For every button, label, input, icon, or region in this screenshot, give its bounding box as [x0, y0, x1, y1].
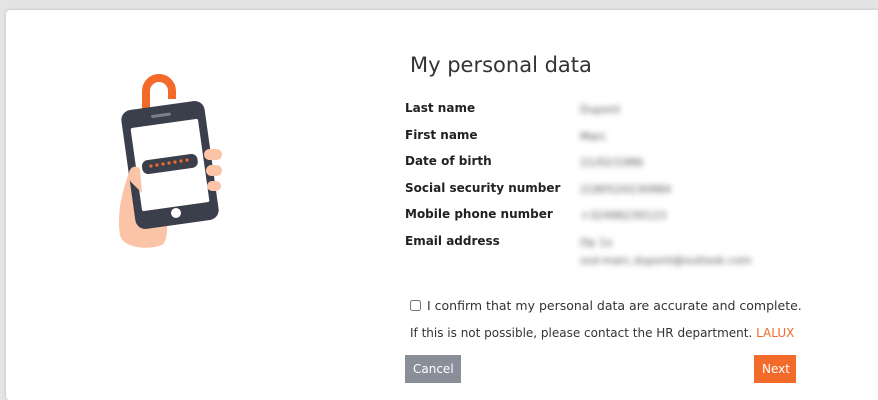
- next-button[interactable]: Next: [754, 355, 796, 383]
- data-row-last-name: Last name Dupont: [405, 101, 825, 128]
- page-title: My personal data: [410, 53, 592, 77]
- personal-data-card: My personal data Last name Dupont First …: [6, 10, 878, 400]
- field-value: 2180520230984: [580, 182, 671, 196]
- field-value: Dupont: [580, 103, 621, 116]
- field-label: Last name: [405, 101, 476, 115]
- data-row-mobile-phone-number: Mobile phone number +32496230123: [405, 207, 825, 234]
- email-value-line-2: ssd-marc.dupont@outlook.com: [580, 253, 752, 267]
- field-label: Email address: [405, 233, 500, 248]
- lalux-link[interactable]: LALUX: [756, 326, 794, 340]
- field-value: 21/02/1986: [580, 156, 644, 170]
- phone-with-padlock-icon: [118, 74, 222, 248]
- personal-data-list: Last name Dupont First name Marc Date of…: [405, 101, 825, 267]
- field-label: Social security number: [405, 180, 561, 195]
- field-label: Mobile phone number: [405, 207, 553, 222]
- phone-padlock-illustration: [106, 65, 236, 255]
- confirm-checkbox-label: I confirm that my personal data are accu…: [427, 298, 802, 313]
- data-row-email-address: Email address Op 1x ssd-marc.dupont@outl…: [405, 233, 825, 267]
- confirm-checkbox-row[interactable]: I confirm that my personal data are accu…: [410, 298, 802, 313]
- contact-text: If this is not possible, please contact …: [410, 326, 753, 340]
- email-value-line-1: Op 1x: [580, 235, 613, 249]
- data-row-social-security-number: Social security number 2180520230984: [405, 181, 825, 208]
- field-label: First name: [405, 127, 478, 142]
- field-label: Date of birth: [405, 154, 492, 169]
- field-value: Op 1x ssd-marc.dupont@outlook.com: [580, 234, 752, 270]
- cancel-button[interactable]: Cancel: [405, 355, 461, 383]
- contact-note: If this is not possible, please contact …: [410, 326, 794, 340]
- field-value: +32496230123: [580, 209, 667, 223]
- data-row-date-of-birth: Date of birth 21/02/1986: [405, 154, 825, 181]
- confirm-checkbox[interactable]: [410, 300, 421, 311]
- data-row-first-name: First name Marc: [405, 128, 825, 155]
- field-value: Marc: [580, 129, 607, 143]
